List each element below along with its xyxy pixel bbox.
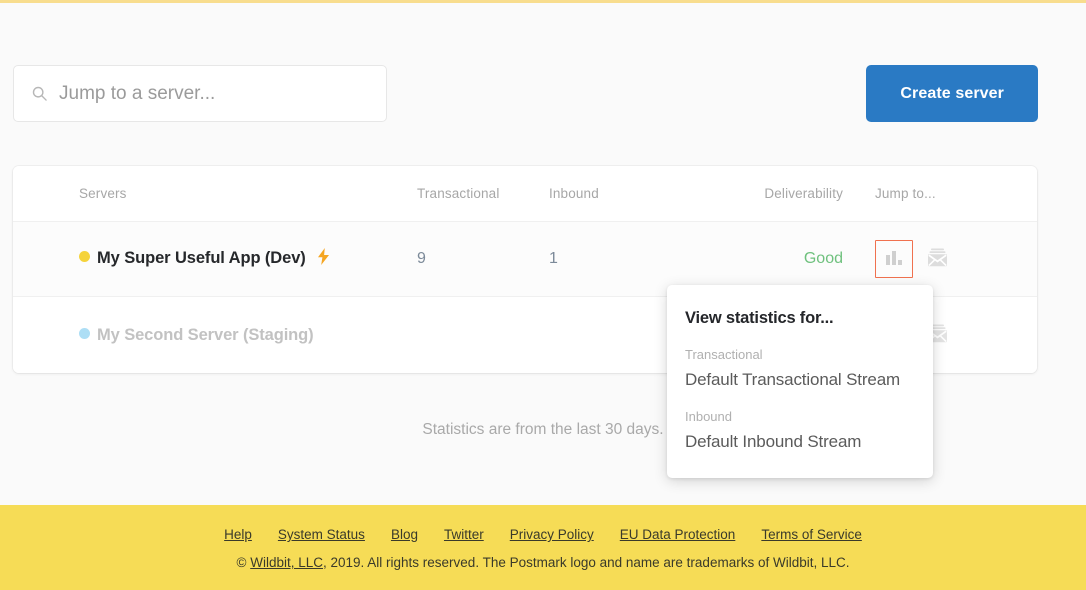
bar-chart-icon-button[interactable] [875, 240, 913, 278]
deliverability-status: Good [803, 250, 843, 267]
popup-item-default-transactional-stream[interactable]: Default Transactional Stream [667, 362, 933, 390]
footer-link-terms-of-service[interactable]: Terms of Service [761, 527, 862, 542]
server-name-cell: My Super Useful App (Dev) [13, 248, 417, 270]
footer-wildbit-link[interactable]: Wildbit, LLC [250, 555, 323, 570]
footer-copyright: © Wildbit, LLC, 2019. All rights reserve… [0, 542, 1086, 570]
mail-stack-icon-button[interactable] [922, 244, 952, 274]
popup-title: View statistics for... [685, 309, 834, 327]
footer-copyright-suffix: , 2019. All rights reserved. The Postmar… [322, 555, 850, 570]
footer-link-eu-data-protection[interactable]: EU Data Protection [620, 527, 736, 542]
footer-link-blog[interactable]: Blog [391, 527, 418, 542]
status-dot [79, 327, 90, 339]
server-name-cell: My Second Server (Staging) [13, 326, 417, 345]
column-header-deliverability: Deliverability [764, 186, 843, 201]
footer-copyright-prefix: © [236, 555, 251, 570]
popup-group-label-transactional: Transactional [685, 347, 763, 362]
column-header-servers: Servers [79, 186, 127, 201]
popup-group-label-inbound: Inbound [685, 409, 732, 424]
footer-link-twitter[interactable]: Twitter [444, 527, 484, 542]
status-dot [79, 251, 90, 262]
transactional-count: 9 [417, 250, 426, 267]
inbound-count: 1 [549, 250, 558, 267]
search-icon [32, 86, 47, 101]
footer-link-privacy-policy[interactable]: Privacy Policy [510, 527, 594, 542]
page-body: Create server Servers Transactional Inbo… [0, 3, 1086, 505]
lightning-bolt-icon [313, 248, 330, 269]
view-statistics-popup: View statistics for... Transactional Def… [667, 285, 933, 478]
search-box[interactable] [13, 65, 387, 122]
column-header-inbound: Inbound [549, 186, 599, 201]
server-name-label[interactable]: My Second Server (Staging) [97, 326, 314, 344]
table-header-row: Servers Transactional Inbound Deliverabi… [13, 166, 1037, 222]
server-name-label[interactable]: My Super Useful App (Dev) [97, 249, 306, 267]
footer-link-system-status[interactable]: System Status [278, 527, 365, 542]
bar-chart-icon [885, 250, 903, 268]
popup-item-default-inbound-stream[interactable]: Default Inbound Stream [667, 424, 933, 452]
create-server-button[interactable]: Create server [866, 65, 1038, 122]
footer-links: Help System Status Blog Twitter Privacy Poli… [0, 505, 1086, 542]
column-header-jump-to: Jump to... [875, 186, 936, 201]
mail-stack-icon [927, 248, 948, 271]
toolbar: Create server [0, 65, 1086, 127]
footer-link-help[interactable]: Help [224, 527, 252, 542]
footer: Help System Status Blog Twitter Privacy Poli… [0, 505, 1086, 590]
column-header-transactional: Transactional [417, 186, 500, 201]
search-input[interactable] [59, 82, 359, 105]
jump-to-cell [843, 240, 971, 278]
